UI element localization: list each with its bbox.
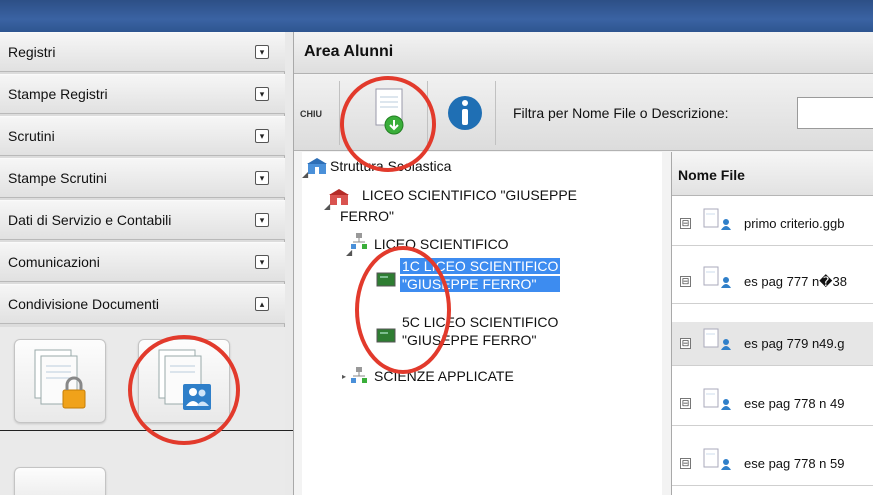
info-icon <box>448 96 482 130</box>
private-documents-button[interactable] <box>14 339 106 423</box>
divider-line <box>0 430 298 431</box>
shared-file-icon <box>703 208 731 230</box>
sidebar-item-stampe-scrutini[interactable]: Stampe Scrutini ▾ <box>0 158 285 198</box>
shared-documents-button[interactable] <box>138 339 230 423</box>
chevron-down-icon[interactable]: ▾ <box>255 129 269 143</box>
school-building-icon <box>307 158 327 174</box>
tree-node-school-cont: FERRO" <box>340 208 394 224</box>
shared-file-icon <box>703 328 731 350</box>
toolbar: CHIU Filtra per Nome File o Descrizione: <box>294 75 873 151</box>
sidebar-item-label: Registri <box>8 44 56 60</box>
collapsed-triangle-icon[interactable]: ▸ <box>342 372 346 381</box>
tree-node-class-1c[interactable]: 1C LICEO SCIENTIFICO "GIUSEPPE FERRO" <box>400 258 561 292</box>
file-name: es pag 779 n49.g <box>744 336 845 351</box>
tree-node-class-5c-label-2: "GIUSEPPE FERRO" <box>402 332 537 348</box>
file-name: ese pag 778 n 59 <box>744 456 845 471</box>
table-row[interactable]: ⊟ primo criterio.ggb <box>672 202 873 246</box>
expand-toggle[interactable]: ⊟ <box>680 398 691 409</box>
shared-document-icon <box>158 349 211 410</box>
close-button[interactable]: CHIU <box>300 81 340 145</box>
sidebar-item-label: Stampe Registri <box>8 86 108 102</box>
org-chart-icon <box>351 367 367 383</box>
chevron-down-icon[interactable]: ▾ <box>255 213 269 227</box>
file-list-header[interactable]: Nome File <box>672 152 873 196</box>
shared-file-icon <box>703 448 731 470</box>
page-title: Area Alunni <box>304 43 394 60</box>
tree-node-class-1c-label: 1C LICEO SCIENTIFICO <box>400 258 561 274</box>
sidebar-item-condivisione-documenti[interactable]: Condivisione Documenti ▴ <box>0 284 285 324</box>
document-button-third[interactable] <box>14 467 106 495</box>
add-document-icon <box>375 88 404 135</box>
file-name: primo criterio.ggb <box>744 216 845 231</box>
classroom-icon <box>376 272 396 287</box>
sidebar-item-label: Scrutini <box>8 128 55 144</box>
chevron-down-icon[interactable]: ▾ <box>255 45 269 59</box>
condivisione-documenti-panel <box>0 327 285 495</box>
sidebar-item-registri[interactable]: Registri ▾ <box>0 32 285 72</box>
chevron-down-icon[interactable]: ▾ <box>255 171 269 185</box>
sidebar-item-label: Condivisione Documenti <box>8 296 159 312</box>
sidebar-item-label: Comunicazioni <box>8 254 100 270</box>
sidebar-item-label: Dati di Servizio e Contabili <box>8 212 172 228</box>
sidebar-item-scrutini[interactable]: Scrutini ▾ <box>0 116 285 156</box>
upload-document-button[interactable] <box>342 81 428 145</box>
main-area: Area Alunni CHIU Filtra per Nome File o … <box>293 32 873 495</box>
expand-toggle[interactable]: ⊟ <box>680 218 691 229</box>
sidebar-item-dati-servizio[interactable]: Dati di Servizio e Contabili ▾ <box>0 200 285 240</box>
table-row[interactable]: ⊟ ese pag 778 n 49 <box>672 382 873 426</box>
sidebar-item-label: Stampe Scrutini <box>8 170 107 186</box>
file-name: es pag 777 n�38 <box>744 274 847 289</box>
file-name: ese pag 778 n 49 <box>744 396 845 411</box>
chevron-down-icon[interactable]: ▾ <box>255 87 269 101</box>
top-banner <box>0 0 873 32</box>
table-row[interactable]: ⊟ es pag 779 n49.g <box>672 322 873 366</box>
chevron-down-icon[interactable]: ▾ <box>255 255 269 269</box>
shared-file-icon <box>703 388 731 410</box>
classroom-icon <box>376 328 396 343</box>
sidebar-accordion: Registri ▾ Stampe Registri ▾ Scrutini ▾ … <box>0 32 285 495</box>
title-bar: Area Alunni <box>294 32 873 74</box>
tree-node-class-5c[interactable]: 5C LICEO SCIENTIFICO "GIUSEPPE FERRO" <box>402 314 558 348</box>
table-row[interactable]: ⊟ ese pag 778 n 59 <box>672 442 873 486</box>
table-row[interactable]: ⊟ es pag 777 n�38 <box>672 260 873 304</box>
school-structure-tree: ◢ Struttura Scolastica ◢ LICEO SCIENTIFI… <box>302 152 662 495</box>
expanded-triangle-icon[interactable]: ◢ <box>324 202 330 211</box>
tree-node-branch-2[interactable]: SCIENZE APPLICATE <box>374 368 514 384</box>
tree-node-class-1c-label-2: "GIUSEPPE FERRO" <box>400 276 561 292</box>
file-list: Nome File ⊟ primo criterio.ggb ⊟ es pag … <box>671 152 873 495</box>
tree-node-class-5c-label: 5C LICEO SCIENTIFICO <box>402 314 559 330</box>
tree-node-root[interactable]: Struttura Scolastica <box>330 158 451 174</box>
chevron-up-icon[interactable]: ▴ <box>255 297 269 311</box>
sidebar-item-comunicazioni[interactable]: Comunicazioni ▾ <box>0 242 285 282</box>
org-chart-icon <box>351 233 367 249</box>
shared-file-icon <box>703 266 731 288</box>
expand-toggle[interactable]: ⊟ <box>680 458 691 469</box>
filter-input[interactable] <box>797 97 873 129</box>
locked-document-icon <box>34 349 86 409</box>
expand-toggle[interactable]: ⊟ <box>680 338 691 349</box>
filter-label: Filtra per Nome File o Descrizione: <box>513 105 729 121</box>
expand-toggle[interactable]: ⊟ <box>680 276 691 287</box>
sidebar-item-stampe-registri[interactable]: Stampe Registri ▾ <box>0 74 285 114</box>
info-button[interactable] <box>430 81 496 145</box>
tree-node-branch[interactable]: LICEO SCIENTIFICO <box>374 236 509 252</box>
column-header-nome-file: Nome File <box>678 167 745 183</box>
expanded-triangle-icon[interactable]: ◢ <box>346 248 352 257</box>
school-icon <box>329 189 349 205</box>
expanded-triangle-icon[interactable]: ◢ <box>302 170 308 179</box>
tree-node-school[interactable]: LICEO SCIENTIFICO "GIUSEPPE <box>362 187 577 203</box>
